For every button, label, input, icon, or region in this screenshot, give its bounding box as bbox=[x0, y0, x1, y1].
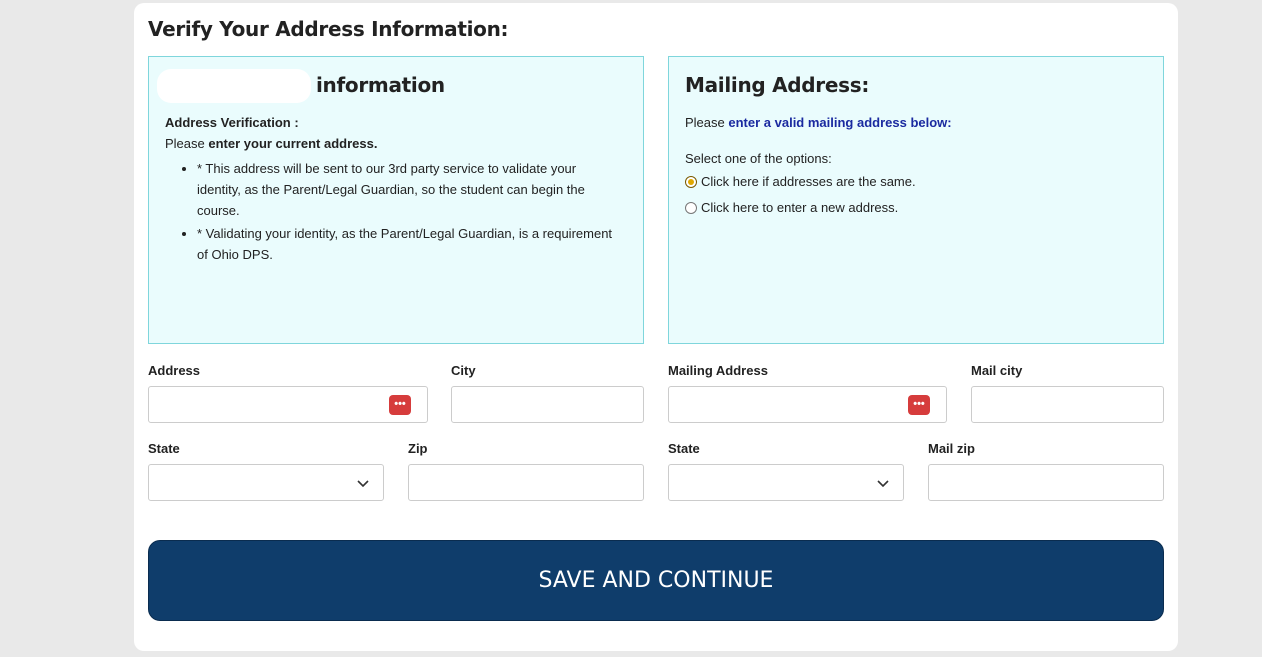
mail-state-select[interactable] bbox=[668, 464, 904, 501]
mail-zip-label: Mail zip bbox=[928, 441, 975, 456]
address-label: Address bbox=[148, 363, 201, 378]
verification-bullets: * This address will be sent to our 3rd p… bbox=[197, 158, 617, 267]
mailing-address-heading: Mailing Address: bbox=[685, 73, 870, 97]
save-and-continue-button[interactable]: SAVE AND CONTINUE bbox=[148, 540, 1164, 621]
mail-state-label: State bbox=[668, 441, 700, 456]
list-item: * This address will be sent to our 3rd p… bbox=[197, 158, 617, 221]
same-address-option[interactable]: Click here if addresses are the same. bbox=[685, 174, 916, 189]
chevron-down-icon bbox=[357, 480, 369, 488]
zip-field[interactable] bbox=[408, 464, 644, 501]
mail-city-label: Mail city bbox=[971, 363, 1023, 378]
list-item: * Validating your identity, as the Paren… bbox=[197, 223, 617, 265]
password-manager-icon[interactable]: ••• bbox=[908, 395, 930, 415]
mail-city-field[interactable] bbox=[971, 386, 1164, 423]
mail-city-input[interactable] bbox=[972, 387, 1163, 422]
password-manager-icon[interactable]: ••• bbox=[389, 395, 411, 415]
state-label: State bbox=[148, 441, 180, 456]
new-address-radio[interactable] bbox=[685, 201, 697, 214]
mailing-intro-prefix: Please bbox=[685, 115, 729, 130]
redacted-text bbox=[157, 69, 311, 103]
new-address-label: Click here to enter a new address. bbox=[701, 200, 899, 215]
mailing-address-field[interactable]: ••• bbox=[668, 386, 947, 423]
verification-intro-prefix: Please bbox=[165, 136, 209, 151]
same-address-radio[interactable] bbox=[685, 175, 697, 188]
mail-zip-input[interactable] bbox=[929, 465, 1163, 500]
city-label: City bbox=[451, 363, 476, 378]
mailing-intro: Please enter a valid mailing address bel… bbox=[685, 115, 952, 130]
city-input[interactable] bbox=[452, 387, 643, 422]
chevron-down-icon bbox=[877, 480, 889, 488]
mailing-address-input[interactable] bbox=[669, 387, 946, 422]
address-input[interactable] bbox=[149, 387, 427, 422]
verification-title: Address Verification : bbox=[165, 115, 299, 130]
residence-info-panel: information Address Verification : Pleas… bbox=[148, 56, 644, 344]
zip-label: Zip bbox=[408, 441, 428, 456]
mailing-intro-accent: enter a valid mailing address below: bbox=[728, 115, 952, 130]
address-field[interactable]: ••• bbox=[148, 386, 428, 423]
same-address-label: Click here if addresses are the same. bbox=[701, 174, 916, 189]
state-select[interactable] bbox=[148, 464, 384, 501]
residence-info-heading: information bbox=[316, 73, 445, 97]
mailing-address-label: Mailing Address bbox=[668, 363, 768, 378]
verification-intro-bold: enter your current address. bbox=[208, 136, 378, 151]
address-card: Verify Your Address Information: informa… bbox=[134, 3, 1178, 651]
new-address-option[interactable]: Click here to enter a new address. bbox=[685, 200, 898, 215]
options-label: Select one of the options: bbox=[685, 151, 832, 166]
mail-zip-field[interactable] bbox=[928, 464, 1164, 501]
city-field[interactable] bbox=[451, 386, 644, 423]
verification-intro: Please enter your current address. bbox=[165, 136, 377, 151]
page-title: Verify Your Address Information: bbox=[148, 17, 509, 41]
mailing-address-panel: Mailing Address: Please enter a valid ma… bbox=[668, 56, 1164, 344]
zip-input[interactable] bbox=[409, 465, 643, 500]
